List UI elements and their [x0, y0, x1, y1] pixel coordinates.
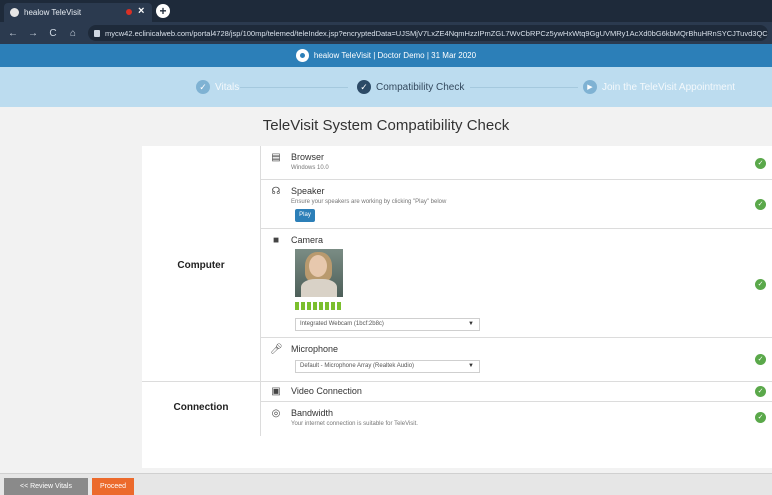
footer-bar: << Review Vitals Proceed [0, 473, 772, 495]
check-circle-icon: ✓ [357, 80, 371, 94]
step-label: Compatibility Check [376, 81, 465, 93]
tab-title: healow TeleVisit [24, 8, 82, 17]
address-bar-row: ← → C ⌂ mycw42.eclinicalweb.com/portal47… [0, 22, 772, 44]
chevron-down-icon: ▼ [468, 321, 474, 327]
status-ok-icon: ✓ [755, 412, 766, 423]
camera-select-value: Integrated Webcam (1bcf:2b8c) [300, 321, 384, 327]
video-play-icon: ▶ [583, 80, 597, 94]
step-label: Vitals [215, 81, 240, 93]
url-field[interactable]: mycw42.eclinicalweb.com/portal4728/jsp/1… [88, 25, 768, 41]
chevron-down-icon: ▼ [468, 363, 474, 369]
recording-indicator-icon [126, 9, 132, 15]
check-row-browser: ▤ Browser Windows 10.0 ✓ [260, 146, 772, 180]
review-vitals-button[interactable]: << Review Vitals [4, 478, 88, 495]
healow-logo-icon [295, 49, 309, 62]
proceed-button[interactable]: Proceed [92, 478, 134, 495]
audio-level-meter [295, 302, 343, 310]
check-subtitle: Ensure your speakers are working by clic… [291, 199, 447, 205]
group-label-computer: Computer [177, 260, 225, 271]
step-compatibility-check[interactable]: ✓ Compatibility Check [357, 78, 464, 96]
status-ok-icon: ✓ [755, 386, 766, 397]
step-label: Join the TeleVisit Appointment [602, 81, 736, 93]
home-button[interactable]: ⌂ [66, 28, 80, 39]
step-join-televisit[interactable]: ▶ Join the TeleVisit Appointment [583, 78, 735, 96]
browser-icon: ▤ [271, 152, 281, 163]
status-ok-icon: ✓ [755, 354, 766, 365]
check-row-speaker: ☊ Speaker Ensure your speakers are worki… [260, 180, 772, 229]
stepper-connector [470, 87, 578, 88]
progress-stepper: ✓ Vitals ✓ Compatibility Check ▶ Join th… [0, 67, 772, 107]
status-ok-icon: ✓ [755, 158, 766, 169]
bandwidth-icon: ◎ [271, 408, 281, 419]
check-subtitle: Your internet connection is suitable for… [291, 421, 418, 427]
status-ok-icon: ✓ [755, 199, 766, 210]
check-subtitle: Windows 10.0 [291, 165, 329, 171]
camera-icon: ■ [272, 235, 280, 246]
microphone-icon: 🎤︎ [270, 344, 283, 355]
stepper-connector [240, 87, 348, 88]
browser-tab-bar: healow TeleVisit × + [0, 0, 772, 22]
app-header-text: healow TeleVisit | Doctor Demo | 31 Mar … [313, 51, 477, 60]
forward-button[interactable]: → [26, 28, 40, 39]
compatibility-panel: Computer Connection ▤ Browser Windows 10… [142, 146, 772, 468]
check-row-microphone: 🎤︎ Microphone Default - Microphone Array… [260, 338, 772, 381]
check-row-bandwidth: ◎ Bandwidth Your internet connection is … [260, 402, 772, 436]
status-ok-icon: ✓ [755, 279, 766, 290]
check-title: Video Connection [291, 386, 362, 396]
app-header: healow TeleVisit | Doctor Demo | 31 Mar … [0, 44, 772, 67]
check-title: Speaker [291, 186, 325, 196]
check-title: Microphone [291, 344, 339, 354]
back-button[interactable]: ← [6, 28, 20, 39]
microphone-select-value: Default - Microphone Array (Realtek Audi… [300, 363, 415, 369]
reload-button[interactable]: C [46, 28, 60, 39]
url-text: mycw42.eclinicalweb.com/portal4728/jsp/1… [105, 28, 768, 38]
check-row-camera: ■ Camera Integrated Webcam (1bcf:2b8c) ▼… [260, 229, 772, 338]
step-vitals[interactable]: ✓ Vitals [196, 78, 239, 96]
play-button[interactable]: Play [295, 209, 315, 222]
page-title: TeleVisit System Compatibility Check [262, 117, 510, 134]
headphones-icon: ☊ [271, 186, 281, 197]
microphone-select[interactable]: Default - Microphone Array (Realtek Audi… [295, 360, 480, 373]
camera-preview [295, 249, 343, 297]
lock-icon [94, 29, 100, 37]
new-tab-button[interactable]: + [156, 4, 170, 18]
browser-tab[interactable]: healow TeleVisit × [4, 3, 152, 22]
check-title: Browser [291, 152, 325, 162]
check-circle-icon: ✓ [196, 80, 210, 94]
group-label-connection: Connection [173, 402, 229, 413]
favicon-icon [10, 8, 19, 17]
check-row-video-connection: ▣ Video Connection ✓ [260, 382, 772, 402]
tab-close-icon[interactable]: × [138, 5, 144, 17]
check-title: Camera [291, 235, 324, 245]
camera-select[interactable]: Integrated Webcam (1bcf:2b8c) ▼ [295, 318, 480, 331]
check-title: Bandwidth [291, 408, 334, 418]
video-connection-icon: ▣ [271, 386, 281, 397]
